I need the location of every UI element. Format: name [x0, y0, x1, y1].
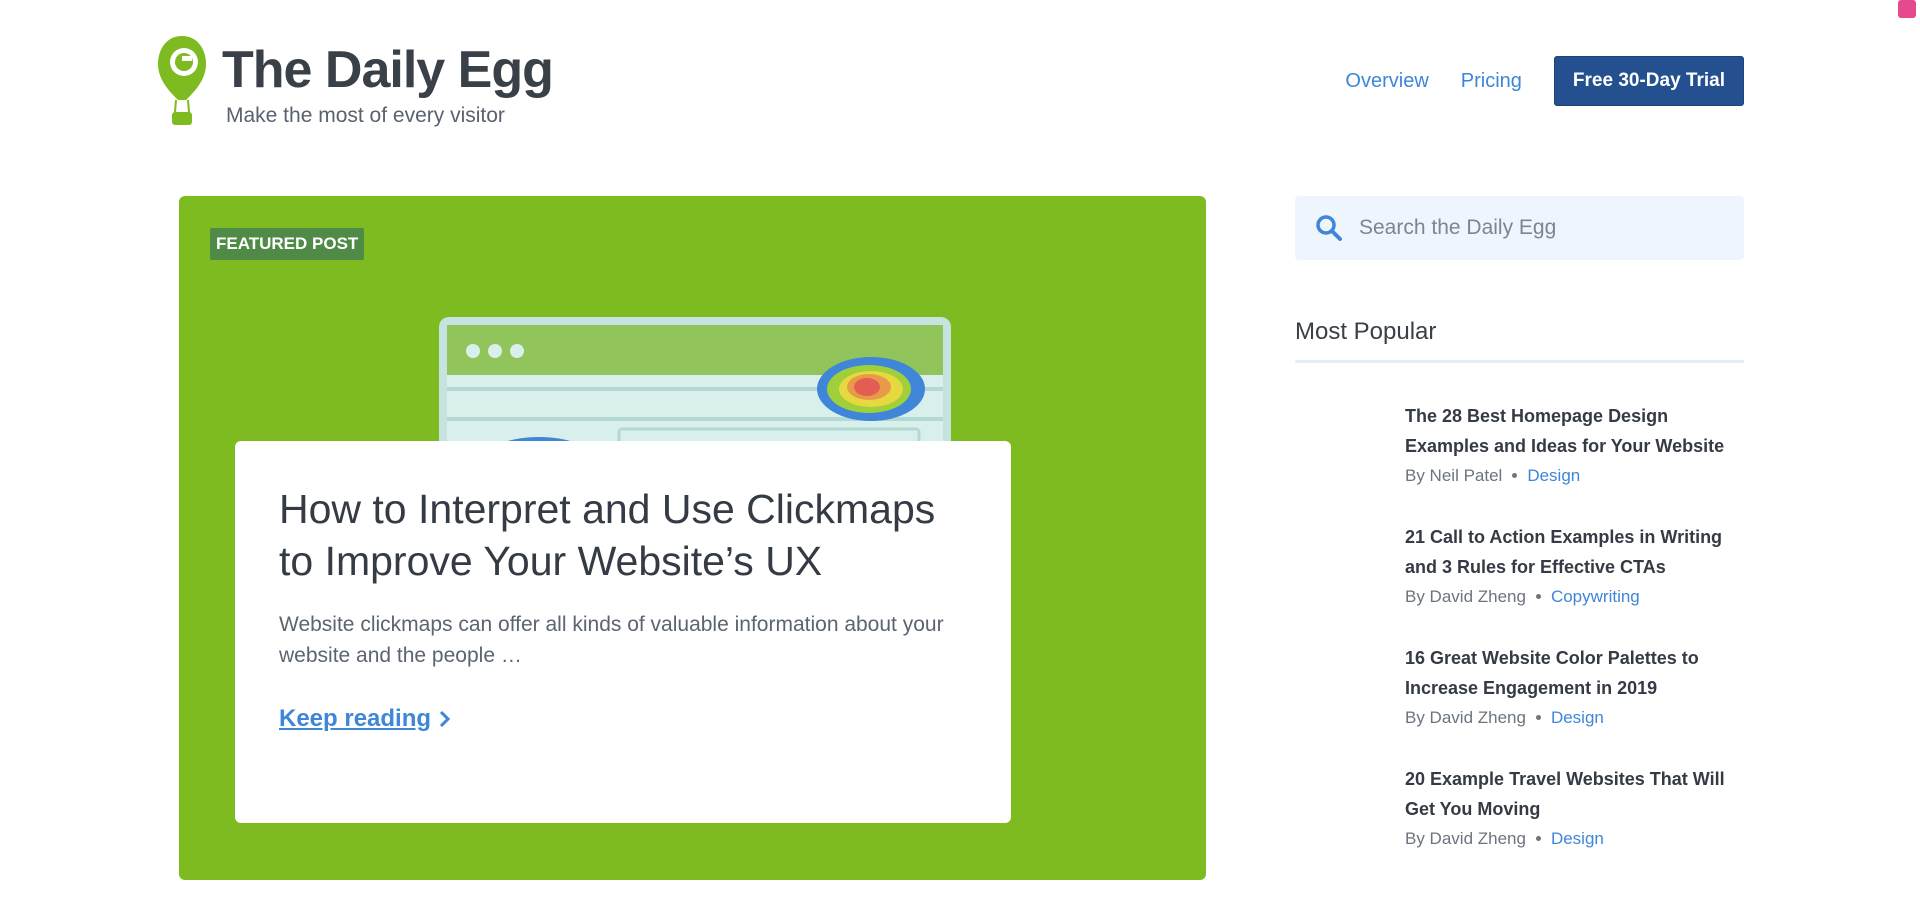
separator-dot	[1535, 594, 1541, 599]
list-item[interactable]: The 28 Best Homepage Design Examples and…	[1295, 401, 1744, 491]
popular-item-title[interactable]: 16 Great Website Color Palettes to Incre…	[1405, 643, 1744, 703]
popular-item-meta: By David Zheng Design	[1405, 703, 1744, 733]
featured-card: How to Interpret and Use Clickmaps to Im…	[235, 441, 1011, 823]
popular-list: The 28 Best Homepage Design Examples and…	[1295, 401, 1744, 854]
keep-reading-label: Keep reading	[279, 705, 432, 732]
featured-post[interactable]: FEATURED POST How to Interpret and Use C…	[179, 196, 1206, 880]
popular-item-title[interactable]: 20 Example Travel Websites That Will Get…	[1405, 764, 1744, 824]
popular-item-author: By David Zheng	[1405, 829, 1526, 848]
popular-item-meta: By Neil Patel Design	[1405, 461, 1744, 491]
popular-item-title[interactable]: The 28 Best Homepage Design Examples and…	[1405, 401, 1744, 461]
chevron-right-icon	[439, 710, 451, 728]
separator-dot	[1535, 715, 1541, 720]
site-header: The Daily Egg Make the most of every vis…	[0, 0, 1920, 160]
popular-item-category[interactable]: Design	[1551, 708, 1604, 727]
featured-title[interactable]: How to Interpret and Use Clickmaps to Im…	[279, 483, 967, 587]
popular-item-author: By David Zheng	[1405, 708, 1526, 727]
separator-dot	[1512, 473, 1518, 478]
list-item[interactable]: 20 Example Travel Websites That Will Get…	[1295, 764, 1744, 854]
main-nav: Overview Pricing Free 30-Day Trial	[1345, 56, 1744, 106]
search-icon	[1316, 215, 1342, 241]
most-popular-heading: Most Popular	[1295, 318, 1744, 363]
search-input[interactable]	[1359, 216, 1719, 240]
extension-icon[interactable]	[1898, 0, 1916, 18]
separator-dot	[1535, 836, 1541, 841]
search-box[interactable]	[1295, 196, 1744, 260]
free-trial-button[interactable]: Free 30-Day Trial	[1553, 56, 1744, 106]
list-item[interactable]: 21 Call to Action Examples in Writing an…	[1295, 522, 1744, 612]
site-tagline: Make the most of every visitor	[226, 104, 505, 127]
balloon-logo-icon	[156, 34, 208, 128]
popular-item-meta: By David Zheng Copywriting	[1405, 582, 1744, 612]
popular-item-category[interactable]: Design	[1551, 829, 1604, 848]
popular-item-category[interactable]: Copywriting	[1551, 587, 1640, 606]
popular-item-category[interactable]: Design	[1527, 466, 1580, 485]
site-logo[interactable]: The Daily Egg Make the most of every vis…	[156, 34, 554, 128]
featured-badge: FEATURED POST	[210, 228, 365, 260]
list-item[interactable]: 16 Great Website Color Palettes to Incre…	[1295, 643, 1744, 733]
sidebar: Most Popular The 28 Best Homepage Design…	[1295, 196, 1744, 885]
site-title: The Daily Egg	[222, 41, 554, 99]
nav-pricing[interactable]: Pricing	[1461, 70, 1522, 93]
popular-item-author: By David Zheng	[1405, 587, 1526, 606]
featured-excerpt: Website clickmaps can offer all kinds of…	[279, 613, 944, 667]
nav-overview[interactable]: Overview	[1345, 70, 1428, 93]
keep-reading-link[interactable]: Keep reading	[279, 705, 451, 733]
popular-item-meta: By David Zheng Design	[1405, 824, 1744, 854]
popular-item-title[interactable]: 21 Call to Action Examples in Writing an…	[1405, 522, 1744, 582]
popular-item-author: By Neil Patel	[1405, 466, 1503, 485]
clickmap-illustration	[439, 317, 951, 479]
